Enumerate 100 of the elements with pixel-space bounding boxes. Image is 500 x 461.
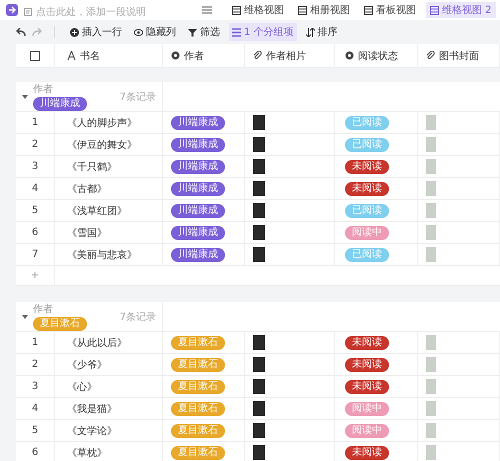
filter-icon [188,28,197,36]
status-tag: 阅读中 [345,226,389,240]
book-title: 《人的脚步声》 [67,116,137,130]
view-tab[interactable]: 看板视图 [360,2,420,18]
photo-placeholder [253,423,265,438]
row-number: 2 [32,139,38,150]
book-cover-placeholder [426,335,436,350]
list-icon [232,28,241,36]
book-title: 《浅草红团》 [67,204,127,218]
author-tag: 川端康成 [171,160,225,174]
undo-icon[interactable] [16,28,26,36]
book-cover-placeholder [426,247,436,262]
book-cover-placeholder [426,423,436,438]
photo-placeholder [253,445,265,460]
row-number: 5 [32,425,38,436]
status-tag: 已阅读 [345,248,389,262]
row-number: 5 [32,205,38,216]
toolbar-button[interactable]: 插入一行 [67,23,125,41]
photo-placeholder [253,357,265,372]
book-cover-placeholder [426,445,436,460]
record-count: 7条记录 [120,90,156,104]
grid-view-icon [364,6,373,14]
plus-circle-icon [70,28,79,36]
photo-placeholder [253,137,265,152]
toolbar-button[interactable]: 1 个分组项 [229,23,297,41]
collapse-caret-icon[interactable] [22,314,28,318]
column-header[interactable]: 书名 [67,48,100,62]
select-all-checkbox[interactable] [30,50,40,60]
letter-a-icon [67,51,76,60]
book-cover-placeholder [426,181,436,196]
toolbar-button[interactable]: 筛选 [185,23,223,41]
book-title: 《伊豆的舞女》 [67,138,137,152]
status-tag: 阅读中 [345,402,389,416]
view-tab[interactable]: 维格视图 2 [426,2,496,18]
book-cover-placeholder [426,159,436,174]
grid-view-icon [430,6,439,14]
photo-placeholder [253,181,265,196]
book-title: 《美丽与悲哀》 [67,248,137,262]
status-tag: 已阅读 [345,204,389,218]
author-tag: 川端康成 [171,248,225,262]
book-cover-placeholder [426,401,436,416]
row-number: 1 [32,117,38,128]
status-tag: 未阅读 [345,336,389,350]
status-tag: 未阅读 [345,380,389,394]
author-tag: 川端康成 [171,116,225,130]
book-title: 《文学论》 [67,424,117,438]
book-cover-placeholder [426,225,436,240]
circle-option-icon [345,51,354,60]
photo-placeholder [253,247,265,262]
book-cover-placeholder [426,203,436,218]
author-tag: 川端康成 [171,226,225,240]
book-cover-placeholder [426,357,436,372]
photo-placeholder [253,115,265,130]
paperclip-icon [426,51,435,60]
column-header[interactable]: 阅读状态 [345,48,398,62]
row-number: 3 [32,161,38,172]
book-title: 《千只鹤》 [67,160,117,174]
author-tag: 川端康成 [33,97,87,111]
collapse-caret-icon[interactable] [22,94,28,98]
note-icon [24,8,32,16]
status-tag: 未阅读 [345,358,389,372]
row-number: 3 [32,381,38,392]
circle-option-icon [171,51,180,60]
toolbar-button[interactable]: 排序 [302,23,341,41]
column-header[interactable]: 作者相片 [253,48,306,62]
author-tag: 夏目漱石 [171,446,225,460]
view-tab[interactable]: 相册视图 [294,2,354,18]
photo-placeholder [253,401,265,416]
toolbar-button[interactable]: 隐藏列 [131,23,179,41]
book-title: 《从此以后》 [67,336,127,350]
view-tab[interactable]: 维格视图 [228,2,288,18]
menu-icon[interactable] [202,6,212,14]
eye-icon [134,28,143,36]
author-tag: 川端康成 [171,204,225,218]
book-title: 《心》 [67,380,97,394]
group-field-label: 作者 [33,302,53,316]
book-title: 《雪国》 [67,226,107,240]
status-tag: 已阅读 [345,116,389,130]
paperclip-icon [253,51,262,60]
author-tag: 川端康成 [171,138,225,152]
column-header[interactable]: 作者 [171,48,204,62]
app-logo-icon[interactable] [6,4,18,16]
row-number: 4 [32,403,38,414]
author-tag: 夏目漱石 [171,402,225,416]
book-title: 《古都》 [67,182,107,196]
book-cover-placeholder [426,379,436,394]
book-title: 《我是猫》 [67,402,117,416]
column-header[interactable]: 图书封面 [426,48,479,62]
photo-placeholder [253,379,265,394]
row-number: 2 [32,359,38,370]
row-number: 1 [32,337,38,348]
row-number: 7 [32,249,38,260]
author-tag: 川端康成 [171,182,225,196]
photo-placeholder [253,225,265,240]
author-tag: 夏目漱石 [171,358,225,372]
grid-view-icon [232,6,241,14]
author-tag: 夏目漱石 [171,424,225,438]
grid-view-icon [298,6,307,14]
row-number: 6 [32,447,38,458]
status-tag: 阅读中 [345,424,389,438]
